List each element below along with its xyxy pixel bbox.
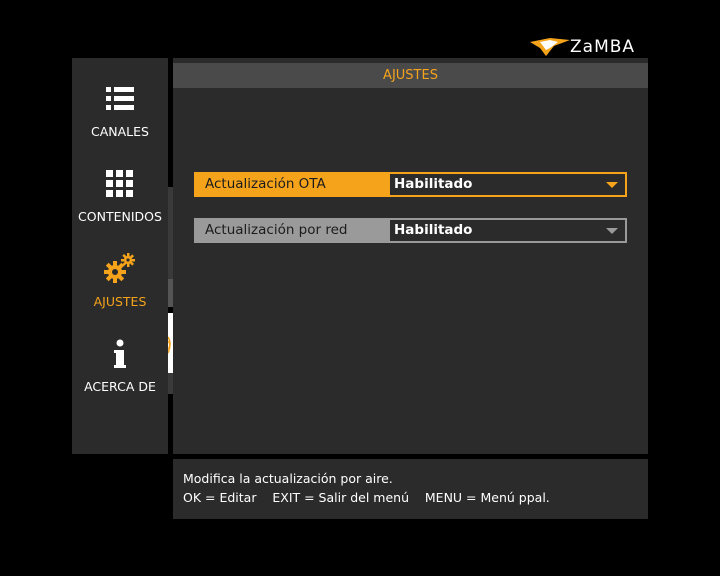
brand-name: ZaMBA	[570, 37, 636, 57]
sidebar-item-label: AJUSTES	[93, 294, 147, 309]
chevron-down-icon	[606, 182, 618, 188]
help-description: Modifica la actualización por aire.	[183, 471, 393, 486]
sidebar-item-canales[interactable]: CANALES	[72, 82, 168, 152]
sidebar-item-ajustes[interactable]: AJUSTES	[72, 252, 168, 322]
setting-label: Actualización por red	[205, 222, 348, 238]
sidebar: CANALES CONTENIDOS AJUSTES ACERCA DE	[72, 58, 168, 454]
setting-row-network[interactable]: Actualización por red Habilitado	[194, 218, 627, 243]
list-icon	[72, 86, 168, 112]
setting-value: Habilitado	[394, 176, 473, 192]
zamba-logo: ZaMBA	[528, 36, 644, 58]
ota-update-select[interactable]: Habilitado	[390, 174, 625, 195]
network-update-select[interactable]: Habilitado	[390, 220, 625, 241]
settings-panel: AJUSTES Actualización OTA Habilitado Act…	[173, 58, 648, 454]
sidebar-item-contenidos[interactable]: CONTENIDOS	[72, 167, 168, 237]
sidebar-item-label: ACERCA DE	[84, 379, 156, 394]
chevron-down-icon	[606, 228, 618, 234]
gears-icon	[72, 253, 168, 283]
info-icon	[72, 339, 168, 369]
sidebar-item-label: CANALES	[91, 124, 149, 139]
help-footer: Modifica la actualización por aire. OK =…	[173, 459, 648, 519]
sidebar-item-acerca-de[interactable]: ACERCA DE	[72, 337, 168, 407]
zamba-logo-mark	[530, 38, 570, 56]
setting-value: Habilitado	[394, 222, 473, 238]
key-hints: OK = Editar EXIT = Salir del menú MENU =…	[183, 490, 550, 505]
setting-row-ota[interactable]: Actualización OTA Habilitado	[194, 172, 627, 197]
grid-icon	[72, 170, 168, 198]
setting-label: Actualización OTA	[205, 176, 326, 192]
sidebar-item-label: CONTENIDOS	[78, 209, 162, 224]
page-title: AJUSTES	[173, 63, 648, 88]
